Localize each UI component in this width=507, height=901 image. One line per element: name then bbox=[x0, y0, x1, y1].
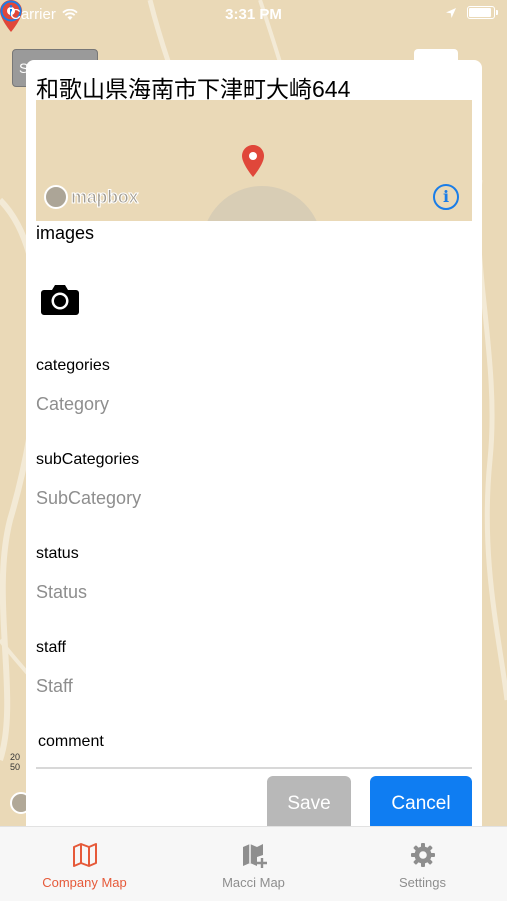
mapbox-logo-icon bbox=[44, 185, 68, 209]
camera-icon[interactable] bbox=[40, 282, 80, 316]
tab-bar: Company Map Macci Map Settings bbox=[0, 826, 507, 901]
status-label: status bbox=[36, 545, 79, 562]
status-bar: Carrier 3:31 PM bbox=[0, 0, 507, 28]
cancel-button[interactable]: Cancel bbox=[370, 776, 472, 831]
tab-company-map[interactable]: Company Map bbox=[0, 827, 169, 901]
add-location-modal: 和歌山県海南市下津町大崎644 mapbox i images categori… bbox=[26, 60, 482, 845]
tab-label: Company Map bbox=[42, 875, 127, 890]
battery-icon bbox=[467, 6, 498, 19]
categories-label: categories bbox=[36, 357, 110, 374]
subcategory-field[interactable]: SubCategory bbox=[36, 488, 141, 509]
comment-field[interactable] bbox=[36, 767, 472, 769]
staff-label: staff bbox=[36, 639, 66, 656]
tab-settings[interactable]: Settings bbox=[338, 827, 507, 901]
address-title: 和歌山県海南市下津町大崎644 bbox=[36, 76, 351, 102]
map-accuracy-circle bbox=[202, 186, 322, 221]
comment-label: comment bbox=[38, 733, 104, 750]
status-right bbox=[445, 6, 498, 19]
map-icon bbox=[73, 843, 97, 867]
gear-icon bbox=[411, 843, 435, 867]
clock: 3:31 PM bbox=[225, 6, 282, 23]
images-label: images bbox=[36, 223, 95, 243]
mini-map[interactable]: mapbox i bbox=[36, 100, 472, 221]
status-field[interactable]: Status bbox=[36, 582, 87, 603]
map-add-icon bbox=[243, 844, 267, 868]
tab-label: Settings bbox=[399, 875, 446, 890]
tab-label: Macci Map bbox=[222, 875, 285, 890]
save-button[interactable]: Save bbox=[267, 776, 351, 831]
mapbox-wordmark: mapbox bbox=[70, 186, 139, 207]
location-arrow-icon bbox=[446, 7, 456, 18]
subcategories-label: subCategories bbox=[36, 451, 140, 468]
category-field[interactable]: Category bbox=[36, 394, 109, 415]
mapbox-logo: mapbox bbox=[44, 185, 139, 209]
location-pin-icon[interactable] bbox=[242, 145, 264, 177]
staff-field[interactable]: Staff bbox=[36, 676, 73, 697]
tab-macci-map[interactable]: Macci Map bbox=[169, 827, 338, 901]
info-icon[interactable]: i bbox=[433, 184, 459, 210]
